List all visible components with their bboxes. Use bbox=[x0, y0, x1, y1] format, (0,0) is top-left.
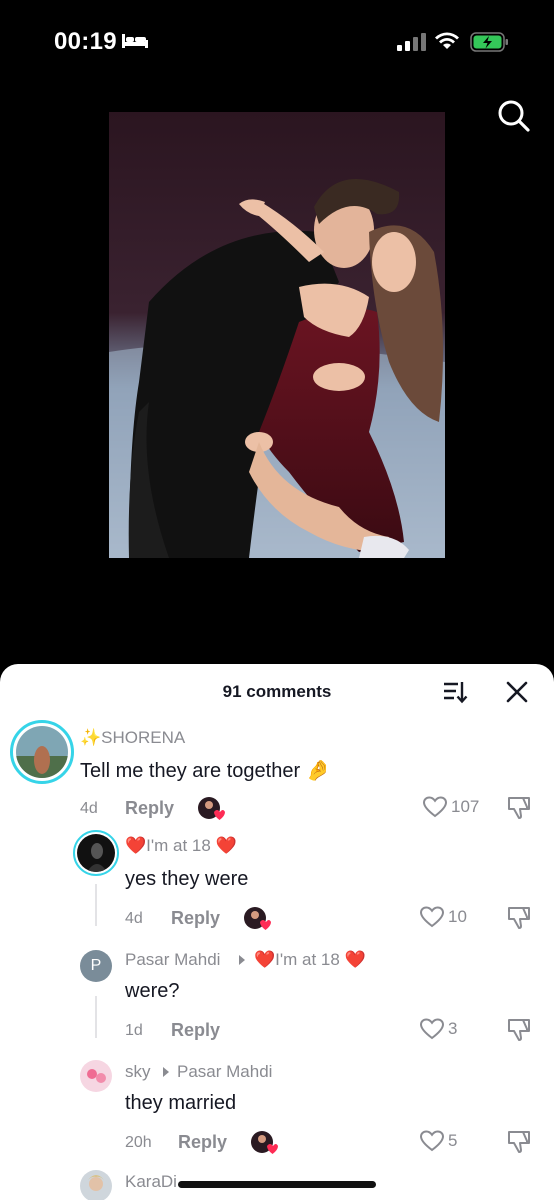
like-count: 107 bbox=[451, 797, 480, 816]
like-button[interactable]: 10 bbox=[420, 906, 467, 928]
status-time: 00:19 bbox=[54, 28, 117, 55]
comment-username[interactable]: KaraDi bbox=[125, 1172, 177, 1192]
like-button[interactable]: 5 bbox=[420, 1130, 457, 1152]
heart-icon bbox=[420, 906, 444, 928]
comment-time: 4d bbox=[125, 910, 143, 927]
reply-to-username[interactable]: ❤️I'm at 18 ❤️ bbox=[254, 950, 366, 970]
comment-item: sky Pasar Mahdi they married 20h Reply 5 bbox=[0, 1052, 554, 1164]
avatar[interactable] bbox=[80, 1060, 112, 1092]
like-count: 10 bbox=[448, 907, 467, 926]
avatar-letter: P bbox=[90, 957, 102, 974]
dislike-icon[interactable] bbox=[506, 1130, 532, 1154]
avatar[interactable] bbox=[10, 720, 74, 784]
dislike-icon[interactable] bbox=[506, 796, 532, 820]
sort-icon[interactable] bbox=[442, 679, 468, 705]
like-button[interactable]: 3 bbox=[420, 1018, 457, 1040]
comment-text: were? bbox=[125, 980, 180, 1002]
reply-to-username[interactable]: Pasar Mahdi bbox=[177, 1062, 272, 1082]
comment-item: P Pasar Mahdi ❤️I'm at 18 ❤️ were? 1d Re… bbox=[0, 940, 554, 1052]
wifi-icon bbox=[435, 32, 459, 49]
comment-username[interactable]: ❤️I'm at 18 ❤️ bbox=[125, 836, 237, 856]
comments-header: 91 comments bbox=[0, 664, 554, 720]
heart-icon bbox=[423, 796, 447, 818]
home-indicator bbox=[178, 1181, 376, 1188]
avatar[interactable] bbox=[80, 1170, 112, 1200]
cellular-signal-icon bbox=[397, 33, 426, 51]
battery-charging-icon bbox=[470, 32, 508, 52]
comment-count: 91 comments bbox=[222, 682, 332, 701]
bed-icon bbox=[122, 34, 148, 48]
comment-text: yes they were bbox=[125, 868, 249, 890]
comment-item: ❤️I'm at 18 ❤️ yes they were 4d Reply 10 bbox=[0, 828, 554, 940]
like-button[interactable]: 107 bbox=[423, 796, 479, 818]
heart-icon bbox=[420, 1018, 444, 1040]
like-count: 3 bbox=[448, 1019, 458, 1038]
reply-arrow-icon bbox=[239, 955, 245, 965]
reply-button[interactable]: Reply bbox=[171, 908, 220, 929]
avatar[interactable]: P bbox=[80, 950, 112, 982]
like-count: 5 bbox=[448, 1131, 458, 1150]
comment-time: 20h bbox=[125, 1134, 152, 1151]
comment-username[interactable]: Pasar Mahdi bbox=[125, 950, 220, 970]
comments-sheet: 91 comments ✨SHORENA Tell me they are to… bbox=[0, 664, 554, 1200]
heart-icon bbox=[420, 1130, 444, 1152]
comment-item: ✨SHORENA Tell me they are together 🤌 4d … bbox=[0, 720, 554, 830]
creator-liked-icon bbox=[244, 907, 271, 930]
creator-liked-icon bbox=[198, 797, 225, 820]
creator-liked-icon bbox=[251, 1131, 278, 1154]
dislike-icon[interactable] bbox=[506, 1018, 532, 1042]
reply-button[interactable]: Reply bbox=[125, 798, 174, 819]
comment-time: 1d bbox=[125, 1022, 143, 1039]
comment-username[interactable]: sky bbox=[125, 1062, 151, 1082]
comment-text: Tell me they are together 🤌 bbox=[80, 760, 331, 782]
avatar[interactable] bbox=[73, 830, 119, 876]
comment-text: they married bbox=[125, 1092, 237, 1114]
video-content[interactable] bbox=[109, 112, 445, 558]
reply-arrow-icon bbox=[163, 1067, 169, 1077]
status-bar: 00:19 bbox=[0, 0, 554, 84]
dislike-icon[interactable] bbox=[506, 906, 532, 930]
comment-username[interactable]: ✨SHORENA bbox=[80, 728, 185, 748]
reply-button[interactable]: Reply bbox=[171, 1020, 220, 1041]
skaters-photo bbox=[109, 112, 445, 558]
comment-time: 4d bbox=[80, 800, 98, 817]
reply-button[interactable]: Reply bbox=[178, 1132, 227, 1153]
close-icon[interactable] bbox=[506, 681, 528, 703]
search-icon[interactable] bbox=[496, 98, 532, 134]
